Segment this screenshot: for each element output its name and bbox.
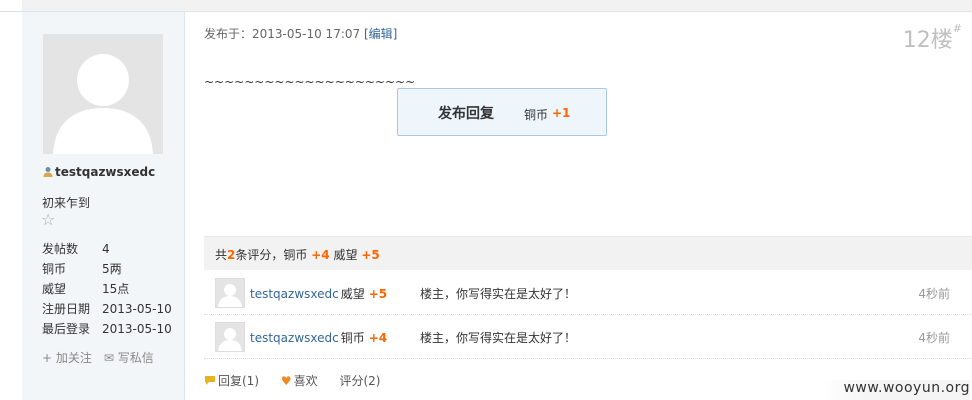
rating-time: 4秒前	[918, 287, 950, 301]
reply-notice-reward-label: 铜币	[524, 108, 549, 122]
rating-summary: 共2条评分，铜币 +4 威望 +5	[204, 236, 972, 270]
rater-info: testqazwsxedc 威望 +5	[250, 285, 387, 302]
stat-value: 5两	[102, 262, 122, 276]
rating-time: 4秒前	[918, 331, 950, 345]
stat-key: 铜币	[42, 262, 67, 276]
summary-value1: +4	[311, 248, 330, 262]
summary-item2: 威望	[333, 248, 358, 262]
default-avatar-icon	[216, 323, 244, 351]
rate-label[interactable]: 评分(2)	[339, 374, 380, 388]
floor-mark: #	[952, 22, 962, 35]
reply-action[interactable]: 回复(1)	[204, 374, 259, 388]
stat-key: 威望	[42, 282, 67, 296]
stat-value: 15点	[102, 282, 130, 296]
like-action[interactable]: ♥ 喜欢	[281, 374, 318, 388]
rater-info: testqazwsxedc 铜币 +4	[250, 329, 387, 346]
reply-icon	[205, 376, 215, 385]
reply-notice-title: 发布回复	[438, 106, 494, 122]
reply-notice-reward-value: +1	[552, 106, 571, 120]
post-main: 发布于：2013-05-10 17:07 [编辑] 12楼# ~~~~~~~~~…	[185, 12, 972, 400]
post-content: ~~~~~~~~~~~~~~~~~~~~~	[204, 75, 416, 89]
stat-key: 注册日期	[42, 302, 91, 316]
default-avatar-icon	[216, 279, 244, 307]
stat-row: 铜币 5两	[42, 259, 172, 279]
stat-key: 发帖数	[42, 242, 79, 256]
post-footer-actions: 回复(1) ♥ 喜欢 评分(2)	[204, 372, 398, 389]
heart-icon: ♥	[280, 374, 292, 388]
default-avatar-icon	[43, 34, 163, 154]
rating-comment: 楼主，你写得实在是太好了！	[420, 331, 577, 345]
rater-avatar[interactable]	[215, 322, 245, 352]
rating-comment: 楼主，你写得实在是太好了！	[420, 287, 577, 301]
summary-value2: +5	[361, 248, 380, 262]
rating-summary-text: 共2条评分，铜币 +4 威望 +5	[215, 246, 380, 263]
rating-row: testqazwsxedc 威望 +5 楼主，你写得实在是太好了！ 4秒前	[204, 270, 972, 315]
rating-row: testqazwsxedc 铜币 +4 楼主，你写得实在是太好了！ 4秒前	[204, 314, 972, 359]
rating-value: +4	[368, 331, 388, 345]
watermark-text: www.wooyun.org	[843, 380, 970, 396]
summary-suffix: 条评分，	[235, 248, 284, 262]
rank-star-icon: ☆	[41, 210, 56, 229]
stat-row: 发帖数 4	[42, 239, 172, 259]
reply-label[interactable]: 回复(1)	[218, 374, 259, 388]
rating-item: 铜币	[340, 331, 365, 345]
stat-value: 2013-05-10	[102, 322, 172, 336]
stat-value: 2013-05-10	[102, 302, 172, 316]
author-rank: 初来乍到	[42, 196, 91, 210]
watermark: www.wooyun.org	[822, 380, 970, 400]
post-date: 发布于：2013-05-10 17:07	[204, 27, 361, 41]
rate-action[interactable]: 评分(2)	[339, 374, 380, 388]
post-meta: 发布于：2013-05-10 17:07 [编辑]	[204, 25, 397, 42]
stat-row: 最后登录 2013-05-10	[42, 319, 172, 339]
rating-item: 威望	[340, 287, 365, 301]
rater-username[interactable]: testqazwsxedc	[250, 331, 339, 345]
user-icon	[43, 167, 53, 177]
reply-reward-notice: 发布回复 铜币 +1	[397, 88, 607, 136]
author-name[interactable]: testqazwsxedc	[42, 165, 155, 179]
rater-avatar[interactable]	[215, 278, 245, 308]
message-button[interactable]: ✉ 写私信	[104, 351, 154, 365]
author-username[interactable]: testqazwsxedc	[55, 165, 155, 179]
stat-key: 最后登录	[42, 322, 91, 336]
summary-prefix: 共	[215, 248, 228, 262]
edit-link[interactable]: [编辑]	[364, 27, 397, 41]
floor-label[interactable]: 12楼	[903, 28, 953, 53]
stat-row: 威望 15点	[42, 279, 172, 299]
follow-button[interactable]: + 加关注	[42, 351, 92, 365]
top-bar	[0, 0, 972, 12]
stat-value[interactable]: 4	[102, 239, 110, 259]
floor-number[interactable]: 12楼#	[903, 22, 962, 54]
like-label[interactable]: 喜欢	[294, 374, 318, 388]
author-stats: 发帖数 4 铜币 5两 威望 15点 注册日期 2013-05-10 最后登录 2013-…	[42, 239, 172, 339]
summary-item1: 铜币	[283, 248, 308, 262]
rating-value: +5	[368, 287, 388, 301]
rater-username[interactable]: testqazwsxedc	[250, 287, 339, 301]
author-sidebar: testqazwsxedc 初来乍到 ☆ 发帖数 4 铜币 5两 威望 15点 注册日…	[22, 12, 185, 400]
stat-row: 注册日期 2013-05-10	[42, 299, 172, 319]
author-actions: + 加关注 ✉ 写私信	[42, 349, 166, 366]
top-bar-gap	[0, 0, 22, 11]
author-avatar[interactable]	[43, 34, 163, 154]
